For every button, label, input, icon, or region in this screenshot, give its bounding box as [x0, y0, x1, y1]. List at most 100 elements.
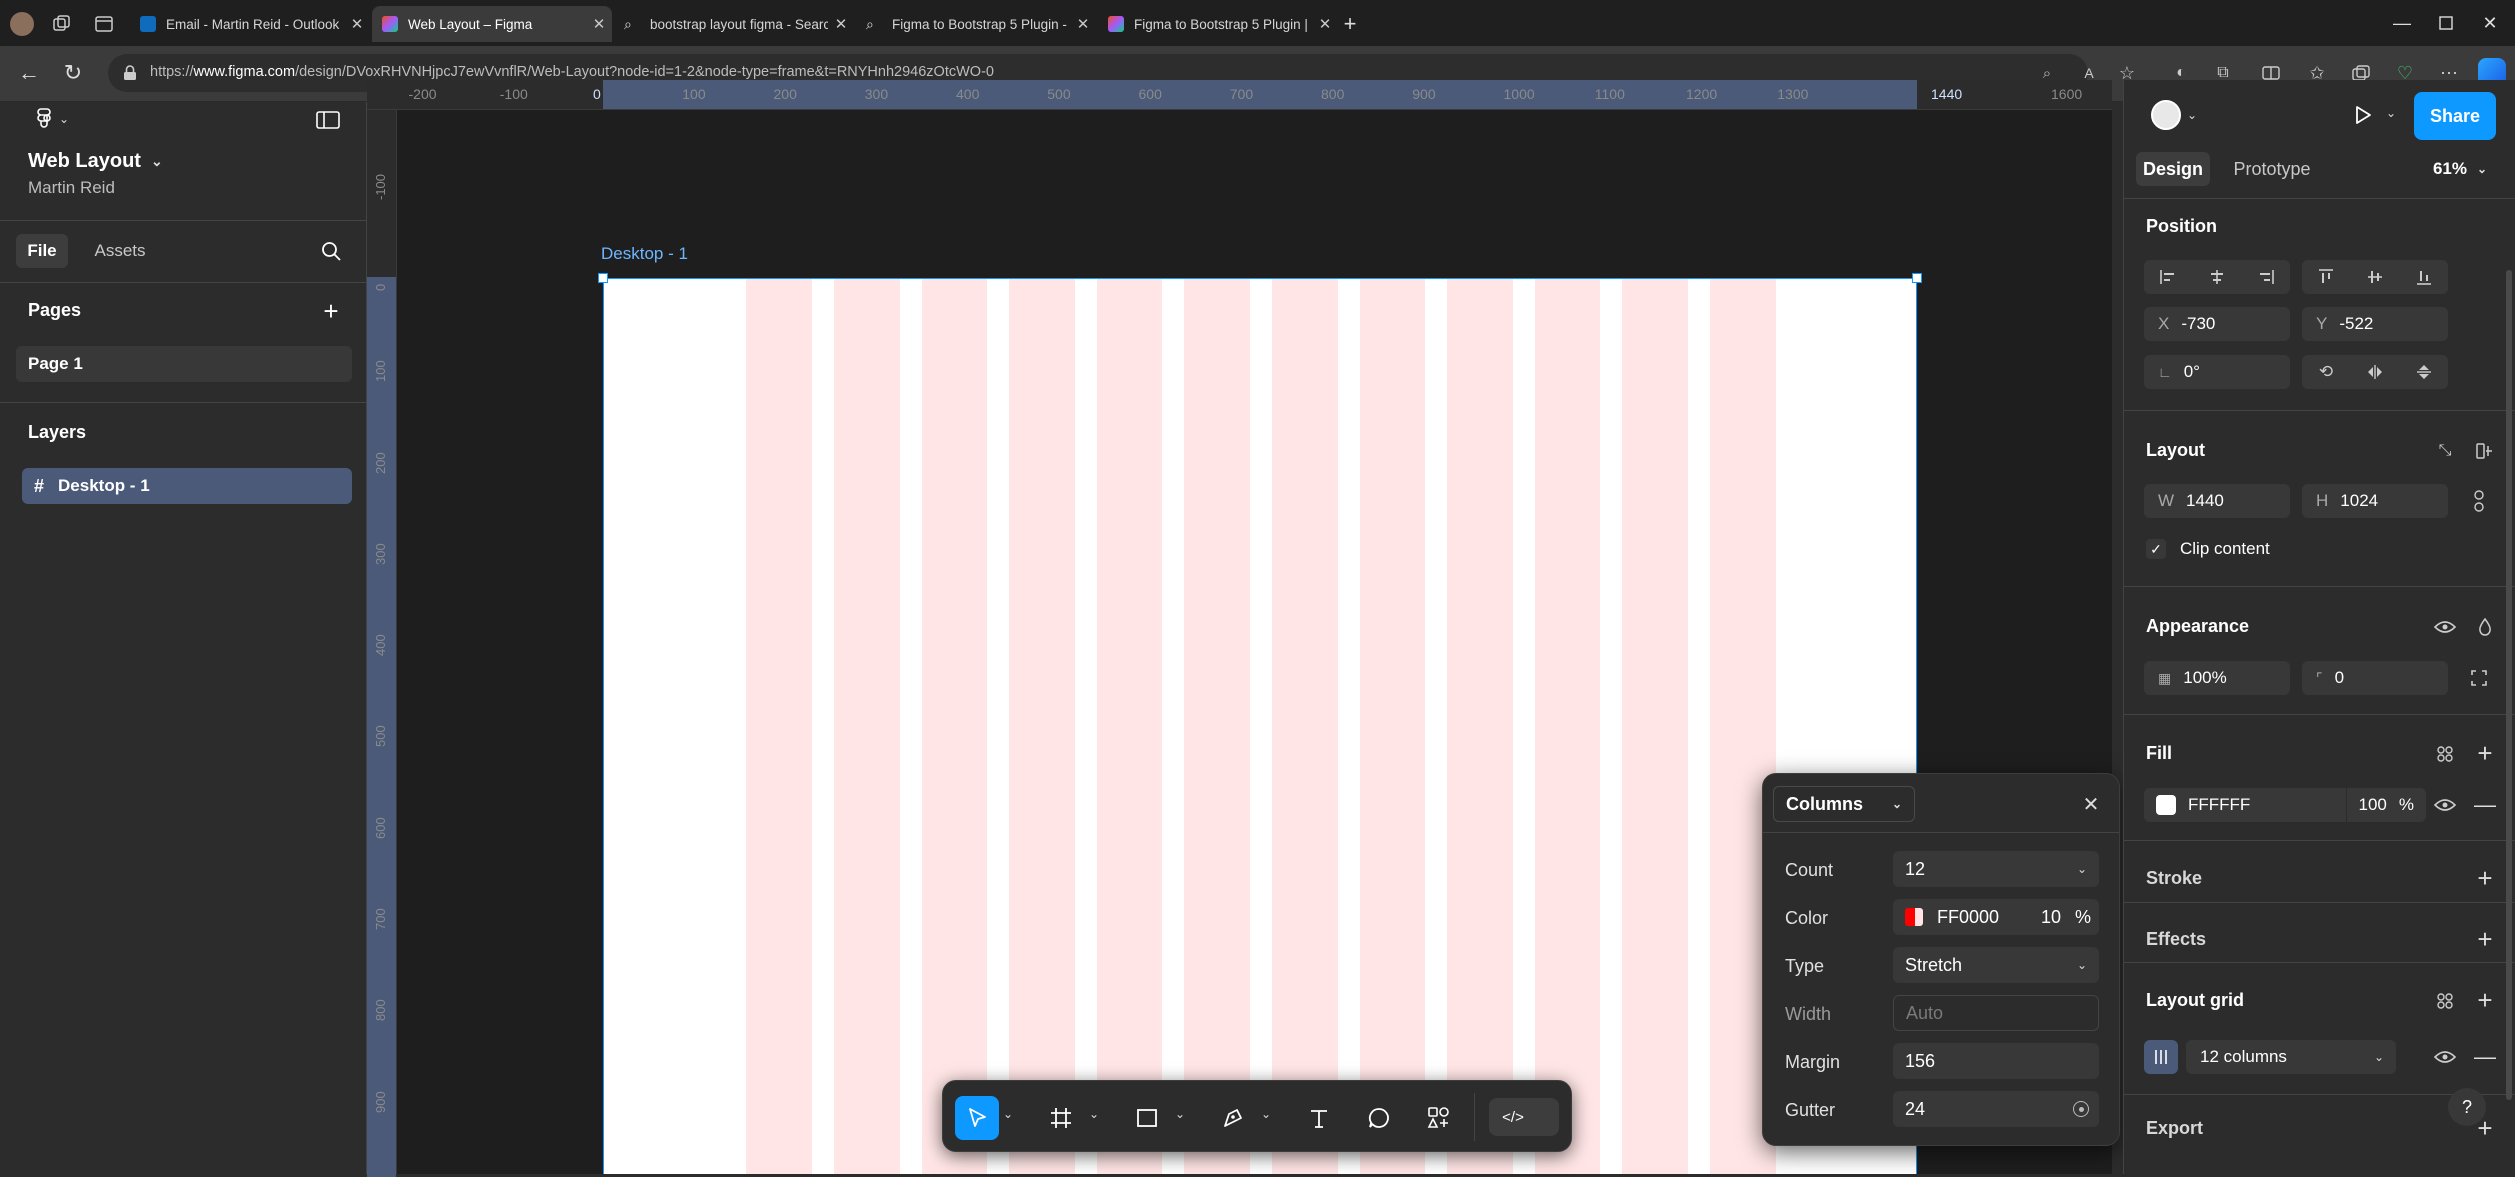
rotation-input[interactable]: ∟ 0° — [2144, 355, 2290, 389]
layer-item-desktop-1[interactable]: # Desktop - 1 — [22, 468, 352, 504]
chevron-down-icon[interactable]: ⌄ — [1261, 1107, 1271, 1121]
comment-tool-button[interactable] — [1357, 1096, 1401, 1140]
frame-label[interactable]: Desktop - 1 — [601, 244, 688, 264]
help-button[interactable]: ? — [2448, 1088, 2486, 1126]
panel-scrollbar[interactable] — [2506, 270, 2512, 1100]
clip-content-checkbox[interactable]: ✓ Clip content — [2146, 539, 2270, 559]
fill-color-field[interactable]: FFFFFF 100 % — [2144, 788, 2426, 822]
add-fill-icon[interactable]: + — [2470, 738, 2500, 768]
x-position-input[interactable]: X -730 — [2144, 307, 2290, 341]
width-input[interactable]: Auto — [1893, 995, 2099, 1031]
chevron-down-icon[interactable]: ⌄ — [1175, 1107, 1185, 1121]
page-item-page-1[interactable]: Page 1 — [16, 346, 352, 382]
close-tab-icon[interactable]: ✕ — [1312, 15, 1338, 33]
color-hex[interactable]: FF0000 — [1937, 907, 1999, 928]
align-left-icon[interactable] — [2150, 260, 2186, 294]
chevron-down-icon[interactable]: ⌄ — [2386, 106, 2396, 120]
browser-tab-plugin[interactable]: Figma to Bootstrap 5 Plugin | Fig ✕ — [1098, 6, 1338, 42]
add-layout-grid-icon[interactable]: + — [2470, 985, 2500, 1015]
grid-type-select[interactable]: Columns ⌄ — [1773, 786, 1915, 822]
rectangle-tool-button[interactable] — [1125, 1096, 1169, 1140]
move-tool-button[interactable] — [955, 1096, 999, 1140]
resize-to-fit-icon[interactable]: ⤡ — [2430, 436, 2460, 466]
figma-menu-button[interactable]: ⌄ — [28, 104, 76, 134]
tab-file[interactable]: File — [16, 234, 68, 268]
maximize-icon[interactable] — [2426, 10, 2466, 36]
user-avatar[interactable]: ⌄ — [2144, 98, 2204, 132]
zoom-level-dropdown[interactable]: 61% ⌄ — [2420, 152, 2500, 186]
align-top-icon[interactable] — [2308, 260, 2344, 294]
constrain-proportions-icon[interactable] — [2464, 486, 2494, 516]
selection-handle[interactable] — [598, 273, 608, 283]
count-select[interactable]: 12 ⌄ — [1893, 851, 2099, 887]
styles-grid-icon[interactable] — [2430, 739, 2460, 769]
y-position-input[interactable]: Y -522 — [2302, 307, 2448, 341]
minimize-icon[interactable]: — — [2382, 10, 2422, 36]
visibility-eye-icon[interactable] — [2430, 612, 2460, 642]
height-input[interactable]: H 1024 — [2302, 484, 2448, 518]
gutter-input[interactable]: 24 — [1893, 1091, 2099, 1127]
margin-input[interactable]: 156 — [1893, 1043, 2099, 1079]
close-tab-icon[interactable]: ✕ — [586, 15, 612, 33]
chevron-down-icon[interactable]: ⌄ — [1003, 1107, 1013, 1121]
tab-prototype[interactable]: Prototype — [2224, 152, 2320, 186]
text-tool-button[interactable] — [1297, 1096, 1341, 1140]
align-bottom-icon[interactable] — [2406, 260, 2442, 294]
pen-tool-button[interactable] — [1211, 1096, 1255, 1140]
selection-handle[interactable] — [1912, 273, 1922, 283]
browser-tab-figma-active[interactable]: Web Layout – Figma ✕ — [372, 6, 612, 42]
align-center-h-icon[interactable] — [2199, 260, 2235, 294]
search-layers-icon[interactable] — [316, 236, 346, 266]
columns-grid-icon[interactable] — [2144, 1040, 2178, 1074]
share-button[interactable]: Share — [2414, 92, 2496, 140]
close-window-icon[interactable]: ✕ — [2470, 10, 2510, 36]
fill-opacity[interactable]: 100 — [2359, 795, 2387, 815]
fill-hex[interactable]: FFFFFF — [2188, 795, 2250, 815]
chevron-down-icon[interactable]: ⌄ — [1089, 1107, 1099, 1121]
browser-tab-outlook[interactable]: Email - Martin Reid - Outlook ✕ — [130, 6, 370, 42]
fill-visibility-eye-icon[interactable] — [2430, 790, 2460, 820]
desktop-frame[interactable] — [598, 273, 1922, 1174]
back-icon[interactable]: ← — [14, 58, 44, 88]
remove-fill-icon[interactable]: — — [2470, 790, 2500, 820]
independent-corners-icon[interactable] — [2464, 663, 2494, 693]
flip-horizontal-icon[interactable] — [2357, 355, 2393, 389]
add-page-icon[interactable]: + — [316, 296, 346, 326]
opacity-input[interactable]: ▦ 100% — [2144, 661, 2290, 695]
color-swatch[interactable] — [1905, 908, 1923, 926]
browser-tab-plugin-search[interactable]: ⌕ Figma to Bootstrap 5 Plugin - Sea ✕ — [856, 6, 1096, 42]
workspaces-icon[interactable] — [52, 14, 72, 34]
rotate-90-icon[interactable]: ⟲ — [2308, 355, 2344, 389]
variable-icon[interactable] — [2073, 1101, 2089, 1117]
close-popup-icon[interactable]: ✕ — [2075, 788, 2107, 820]
color-field[interactable]: FF0000 10 % — [1893, 899, 2099, 935]
browser-tab-search[interactable]: ⌕ bootstrap layout figma - Search ✕ — [614, 6, 854, 42]
tab-design[interactable]: Design — [2136, 152, 2210, 186]
width-input[interactable]: W 1440 — [2144, 484, 2290, 518]
close-tab-icon[interactable]: ✕ — [1070, 15, 1096, 33]
grid-visibility-eye-icon[interactable] — [2430, 1042, 2460, 1072]
align-right-icon[interactable] — [2248, 260, 2284, 294]
blend-mode-icon[interactable] — [2470, 612, 2500, 642]
new-tab-icon[interactable]: + — [1336, 10, 1364, 38]
file-name[interactable]: Web Layout ⌄ — [28, 150, 163, 173]
present-icon[interactable] — [2346, 98, 2380, 132]
close-tab-icon[interactable]: ✕ — [344, 15, 370, 33]
add-effect-icon[interactable]: + — [2470, 924, 2500, 954]
type-select[interactable]: Stretch ⌄ — [1893, 947, 2099, 983]
dev-mode-toggle[interactable]: </> — [1489, 1098, 1559, 1136]
toggle-sidebar-icon[interactable] — [312, 106, 344, 134]
align-middle-v-icon[interactable] — [2357, 260, 2393, 294]
auto-layout-icon[interactable] — [2470, 436, 2500, 466]
actions-tool-button[interactable] — [1417, 1096, 1461, 1140]
remove-layout-grid-icon[interactable]: — — [2470, 1042, 2500, 1072]
add-stroke-icon[interactable]: + — [2470, 863, 2500, 893]
refresh-icon[interactable]: ↻ — [58, 58, 88, 88]
corner-radius-input[interactable]: ⌜ 0 — [2302, 661, 2448, 695]
tab-actions-icon[interactable] — [94, 14, 114, 34]
flip-vertical-icon[interactable] — [2406, 355, 2442, 389]
fill-color-swatch[interactable] — [2156, 795, 2176, 815]
color-opacity[interactable]: 10 — [2041, 907, 2061, 928]
close-tab-icon[interactable]: ✕ — [828, 15, 854, 33]
profile-avatar[interactable] — [10, 12, 34, 36]
